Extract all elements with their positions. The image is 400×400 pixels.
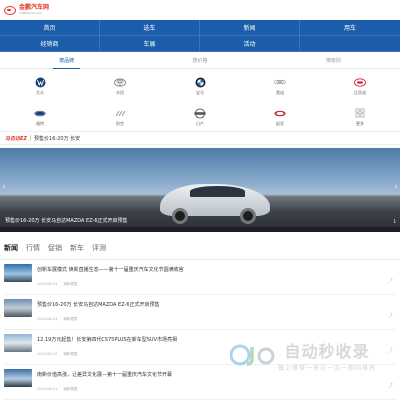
watermark-subtitle: 做上排得一来访一次一相同排名 bbox=[278, 365, 377, 372]
nav-item-select-car[interactable]: 选车 bbox=[100, 20, 200, 36]
share-icon[interactable]: ⤴ bbox=[388, 278, 394, 284]
news-author: 锦和根霞 bbox=[63, 387, 78, 391]
audi-logo-icon bbox=[274, 77, 286, 87]
hero-carousel[interactable]: ‹ › 预售价16-20万 长安马自达MAZDA EZ-6正式开启预售 1 bbox=[0, 148, 400, 232]
carousel-caption: 预售价16-20万 长安马自达MAZDA EZ-6正式开启预售 bbox=[5, 218, 128, 224]
news-category-tabs: 新闻 行情 促销 新车 评测 bbox=[0, 236, 400, 260]
volkswagen-logo-icon bbox=[34, 77, 46, 87]
news-author: 锦和根霞 bbox=[63, 282, 78, 286]
news-date: 2024-06-21 bbox=[37, 387, 58, 391]
share-icon[interactable]: ⤴ bbox=[388, 383, 394, 389]
brand-bmw[interactable]: 宝马 bbox=[160, 71, 240, 102]
nav-item-autoshow[interactable]: 车展 bbox=[100, 36, 200, 52]
brand-more[interactable]: 更多 bbox=[320, 102, 400, 133]
news-author: 锦和根霞 bbox=[63, 352, 78, 356]
brand-name: 大众 bbox=[36, 90, 44, 95]
brand-audi[interactable]: 奥迪 bbox=[240, 71, 320, 102]
news-date: 2024-06-23 bbox=[37, 317, 58, 321]
buick-logo-icon bbox=[114, 108, 126, 118]
nav-item-use-car[interactable]: 用车 bbox=[300, 20, 400, 36]
news-thumbnail bbox=[4, 369, 32, 387]
brand-byd[interactable]: 比亚迪 bbox=[320, 71, 400, 102]
list-item[interactable]: 预售价16-20万 长安马自达MAZDA EZ-6正式开启预售 2024-06-… bbox=[4, 295, 396, 330]
nav-item-dealers[interactable]: 经销商 bbox=[0, 36, 100, 52]
nav-item-home[interactable]: 首页 bbox=[0, 20, 100, 36]
tab-promotion[interactable]: 促销 bbox=[48, 243, 62, 253]
tab-by-brand[interactable]: 按品牌 bbox=[0, 52, 133, 69]
tab-news[interactable]: 新闻 bbox=[4, 243, 18, 253]
watermark-logo-icon bbox=[230, 344, 275, 366]
brand-name: 丰田 bbox=[116, 90, 124, 95]
news-title: 南新价值高涨，让差异文化展—第十一届重庆汽车文化节开幕 bbox=[37, 372, 173, 378]
kia-logo-icon bbox=[274, 108, 286, 118]
brand-name: 别克 bbox=[116, 121, 124, 126]
news-thumbnail bbox=[4, 334, 32, 352]
brand-volkswagen[interactable]: 大众 bbox=[0, 71, 80, 102]
news-author: 锦和根霞 bbox=[63, 317, 78, 321]
share-icon[interactable]: ⤴ bbox=[388, 313, 394, 319]
tab-new-car[interactable]: 新车 bbox=[70, 243, 84, 253]
nav-item-news[interactable]: 新闻 bbox=[200, 20, 300, 36]
news-list: 创新车展模式 焕新直播生态——第十一届重庆汽车文化节圆满收官 2024-06-2… bbox=[0, 260, 400, 400]
brand-name: 日产 bbox=[196, 121, 204, 126]
carousel-counter: 1 bbox=[393, 219, 396, 224]
brand-name: 起亚 bbox=[276, 121, 284, 126]
car-wheel bbox=[240, 208, 256, 224]
brand-name: 奥迪 bbox=[276, 90, 284, 95]
news-title: 创新车展模式 焕新直播生态——第十一届重庆汽车文化节圆满收官 bbox=[37, 267, 184, 273]
site-header: 金鹏汽车网 chebiquan.com bbox=[0, 0, 400, 20]
news-thumbnail bbox=[4, 264, 32, 282]
tab-market[interactable]: 行情 bbox=[26, 243, 40, 253]
toyota-logo-icon bbox=[114, 77, 126, 87]
news-thumbnail bbox=[4, 299, 32, 317]
nav-item-events[interactable]: 活动 bbox=[200, 36, 300, 52]
caption-bar bbox=[0, 227, 400, 232]
tab-by-price[interactable]: 按价格 bbox=[133, 52, 266, 68]
main-nav: 首页 选车 新闻 用车 经销商 车展 活动 bbox=[0, 20, 400, 52]
share-icon[interactable]: ⤴ bbox=[388, 348, 394, 354]
nav-item-empty bbox=[300, 36, 400, 52]
tab-by-level[interactable]: 按级别 bbox=[267, 52, 400, 68]
ad-text: 预售价16-20万 长安 bbox=[34, 135, 81, 142]
brand-buick[interactable]: 别克 bbox=[80, 102, 160, 133]
ad-tag: 马自达EZ bbox=[5, 135, 28, 142]
brand-toyota[interactable]: 丰田 bbox=[80, 71, 160, 102]
byd-logo-icon bbox=[354, 77, 366, 87]
tab-review[interactable]: 评测 bbox=[92, 243, 106, 253]
car-wheel bbox=[172, 208, 188, 224]
site-logo[interactable]: 金鹏汽车网 chebiquan.com bbox=[4, 5, 49, 15]
watermark: 自动秒收录 做上排得一来访一次一相同排名 bbox=[230, 338, 376, 372]
logo-subtitle: chebiquan.com bbox=[19, 11, 43, 15]
ad-banner[interactable]: 马自达EZ 预售价16-20万 长安 bbox=[0, 131, 400, 145]
brand-kia[interactable]: 起亚 bbox=[240, 102, 320, 133]
brand-grid: 大众 丰田 宝马 奥迪 比亚迪 福特 别克 日产 起亚 更多 bbox=[0, 69, 400, 131]
brand-name: 宝马 bbox=[196, 90, 204, 95]
list-item[interactable]: 创新车展模式 焕新直播生态——第十一届重庆汽车文化节圆满收官 2024-06-2… bbox=[4, 260, 396, 295]
news-date: 2024-06-24 bbox=[37, 282, 58, 286]
ford-logo-icon bbox=[34, 108, 46, 118]
nissan-logo-icon bbox=[194, 107, 206, 119]
brand-name: 福特 bbox=[36, 121, 44, 126]
chevron-right-icon[interactable]: › bbox=[394, 182, 398, 192]
bmw-logo-icon bbox=[194, 77, 206, 87]
chevron-left-icon[interactable]: ‹ bbox=[2, 182, 6, 192]
watermark-title: 自动秒收录 bbox=[284, 342, 370, 361]
brand-name: 更多 bbox=[356, 121, 364, 126]
news-title: 预售价16-20万 长安马自达MAZDA EZ-6正式开启预售 bbox=[37, 302, 160, 308]
brand-ford[interactable]: 福特 bbox=[0, 102, 80, 133]
logo-icon bbox=[4, 5, 16, 15]
car-window bbox=[190, 186, 245, 197]
more-icon bbox=[354, 108, 366, 118]
brand-nissan[interactable]: 日产 bbox=[160, 102, 240, 133]
brand-filter-tabs: 按品牌 按价格 按级别 bbox=[0, 52, 400, 69]
ad-divider bbox=[30, 135, 32, 141]
brand-name: 比亚迪 bbox=[354, 90, 366, 95]
news-date: 2024-06-22 bbox=[37, 352, 58, 356]
